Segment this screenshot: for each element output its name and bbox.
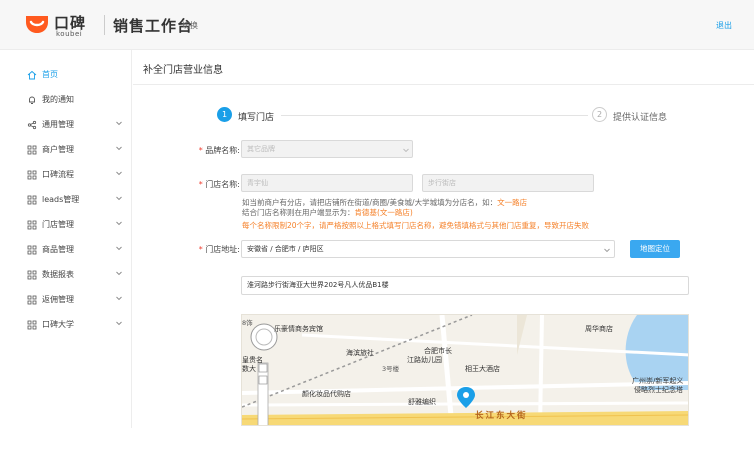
sidebar-item-notifications[interactable]: 我的通知 <box>0 91 132 111</box>
grid-icon <box>27 170 37 180</box>
brand-select[interactable]: 其它品牌 <box>241 140 413 158</box>
store-name-label: * 门店名称: <box>198 180 240 189</box>
map-label-clipped-1: 8饰 <box>242 319 253 327</box>
share-icon <box>27 120 37 130</box>
chevron-down-icon <box>116 296 122 301</box>
address-detail-input[interactable]: 淮河路步行街海亚大世界202号凡人优品B1楼 <box>241 276 689 295</box>
map-label: 海滨旅社 <box>346 349 374 357</box>
bell-icon <box>29 96 35 104</box>
sidebar: 首页 我的通知 通用管理 商户管理 口碑流程 leads管理 门店管理 商品管理… <box>0 50 132 428</box>
sidebar-item-reports[interactable]: 数据报表 <box>0 266 132 286</box>
sidebar-item-label: 商户管理 <box>42 145 74 154</box>
chevron-down-icon <box>116 271 122 276</box>
chevron-down-icon <box>604 248 610 253</box>
chevron-down-icon <box>116 146 122 151</box>
brand-label: * 品牌名称: <box>198 146 240 155</box>
store-name-help-2: 结合门店名称则在用户端显示为：肯德基(文一路店) <box>242 208 413 217</box>
sidebar-item-label: 我的通知 <box>42 95 74 104</box>
sidebar-item-stores[interactable]: 门店管理 <box>0 216 132 236</box>
map-label: 相王大酒店 <box>465 365 500 373</box>
store-name-warning: 每个名称限制20个字，请严格按照以上格式填写门店名称，避免错填格式与其他门店重复… <box>242 221 590 230</box>
brand-placeholder: 其它品牌 <box>247 145 275 153</box>
grid-icon <box>27 320 37 330</box>
step-2-indicator: 2 <box>592 107 607 122</box>
title-divider <box>133 84 754 85</box>
page-title: 补全门店营业信息 <box>143 65 223 76</box>
app-title: 销售工作台 <box>113 17 194 35</box>
map-label-clipped-3: 数大 <box>242 365 256 373</box>
sidebar-item-label: 商品管理 <box>42 245 74 254</box>
step-1-indicator: 1 <box>217 107 232 122</box>
sidebar-item-label: 口碑流程 <box>42 170 74 179</box>
sidebar-item-label: leads管理 <box>42 195 80 204</box>
region-select[interactable]: 安徽省 / 合肥市 / 庐阳区 <box>241 240 615 258</box>
map-road-label: 长江东大街 <box>475 411 528 421</box>
map-locate-button[interactable]: 地图定位 <box>630 240 680 258</box>
app-page: 口碑 koubei 销售工作台 切换 退出 首页 我的通知 通用管理 商户管理 … <box>0 0 754 466</box>
chevron-down-icon <box>116 246 122 251</box>
chevron-down-icon <box>116 171 122 176</box>
map-label: 乐豪情商务宾馆 <box>274 325 323 333</box>
map-label: 舒雅编织 <box>408 398 436 406</box>
step-connector <box>281 115 588 116</box>
map-label: 颜化妆品代购店 <box>302 390 351 398</box>
grid-icon <box>27 295 37 305</box>
chevron-down-icon <box>116 196 122 201</box>
sidebar-item-home[interactable]: 首页 <box>0 66 132 86</box>
switch-link[interactable]: 切换 <box>182 20 198 31</box>
logout-link[interactable]: 退出 <box>716 20 732 31</box>
sidebar-item-rebates[interactable]: 返佣管理 <box>0 291 132 311</box>
sidebar-item-koubei-flow[interactable]: 口碑流程 <box>0 166 132 186</box>
store-name-input[interactable]: 青宇仙 <box>241 174 413 192</box>
chevron-down-icon <box>116 221 122 226</box>
grid-icon <box>27 245 37 255</box>
chevron-down-icon <box>403 148 409 153</box>
branch-name-input[interactable]: 步行街店 <box>422 174 594 192</box>
chevron-down-icon <box>116 321 122 326</box>
map-label: 江路幼儿园 <box>407 356 442 364</box>
logo-divider <box>104 15 105 35</box>
sidebar-item-products[interactable]: 商品管理 <box>0 241 132 261</box>
step-1-label: 填写门店 <box>238 113 275 123</box>
map-label: 周华商店 <box>585 325 613 333</box>
koubei-logo-icon <box>26 16 48 33</box>
sidebar-item-merchants[interactable]: 商户管理 <box>0 141 132 161</box>
sidebar-item-leads[interactable]: leads管理 <box>0 191 132 211</box>
step-2-label: 提供认证信息 <box>613 113 668 123</box>
sidebar-item-label: 数据报表 <box>42 270 74 279</box>
map-label: 3号楼 <box>382 365 400 373</box>
logo-subtext: koubei <box>56 30 83 38</box>
grid-icon <box>27 270 37 280</box>
grid-icon <box>27 145 37 155</box>
sidebar-item-label: 首页 <box>42 70 58 79</box>
sidebar-item-general[interactable]: 通用管理 <box>0 116 132 136</box>
sidebar-item-label: 口碑大学 <box>42 320 74 329</box>
grid-icon <box>27 195 37 205</box>
sidebar-item-label: 门店管理 <box>42 220 74 229</box>
region-value: 安徽省 / 合肥市 / 庐阳区 <box>247 245 324 253</box>
address-label: * 门店地址: <box>198 245 240 254</box>
map-view[interactable]: 8饰 乐豪情商务宾馆 海滨旅社 合肥市长 江路幼儿园 3号楼 相王大酒店 周华商… <box>241 314 689 426</box>
home-icon <box>27 70 37 80</box>
sidebar-item-label: 返佣管理 <box>42 295 74 304</box>
chevron-down-icon <box>116 121 122 126</box>
sidebar-item-university[interactable]: 口碑大学 <box>0 316 132 336</box>
grid-icon <box>27 220 37 230</box>
sidebar-item-label: 通用管理 <box>42 120 74 129</box>
map-label: 侵略烈士纪念塔 <box>634 386 683 394</box>
top-bar: 口碑 koubei 销售工作台 切换 退出 <box>0 0 754 50</box>
